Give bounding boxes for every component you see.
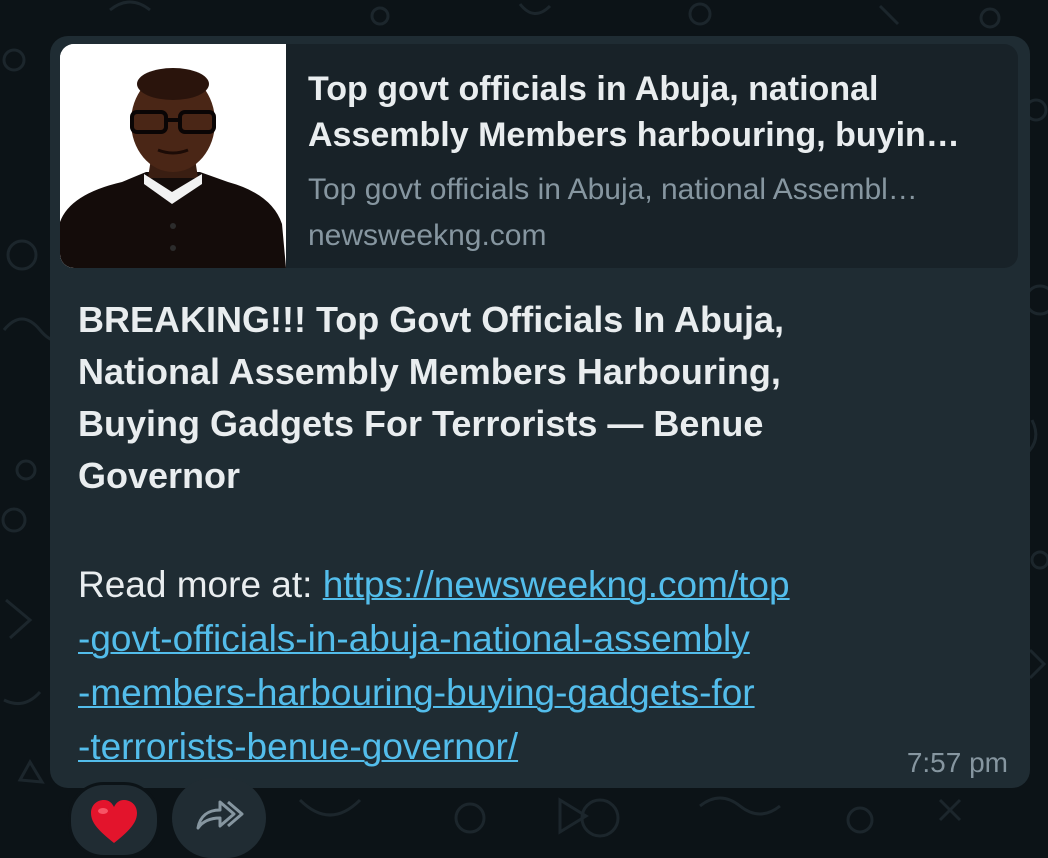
- link-preview-title-line: Assembly Members harbouring, buyin…: [308, 116, 960, 154]
- message-headline: BREAKING!!! Top Govt Officials In Abuja,…: [78, 294, 998, 502]
- priest-portrait-image: [60, 44, 286, 268]
- article-link-continued[interactable]: -terrorists-benue-governor/: [78, 726, 518, 767]
- link-preview-domain: newsweekng.com: [308, 219, 547, 252]
- link-preview-card[interactable]: Top govt officials in Abuja, national As…: [60, 44, 1018, 268]
- headline-line: Buying Gadgets For Terrorists — Benue: [78, 403, 764, 444]
- message-bubble[interactable]: Top govt officials in Abuja, national As…: [50, 36, 1030, 788]
- link-preview-thumbnail: [60, 44, 286, 268]
- headline-line: National Assembly Members Harbouring,: [78, 351, 781, 392]
- message-reaction-button[interactable]: [68, 782, 160, 858]
- link-preview-title-line: Top govt officials in Abuja, national: [308, 70, 879, 108]
- forward-arrow-icon: [196, 800, 244, 830]
- article-link-continued[interactable]: -govt-officials-in-abuja-national-assemb…: [78, 618, 750, 659]
- headline-line: Governor: [78, 455, 241, 496]
- article-link[interactable]: https://newsweekng.com/top: [323, 564, 790, 605]
- read-more-block: Read more at: https://newsweekng.com/top…: [78, 558, 1008, 774]
- headline-line: BREAKING!!! Top Govt Officials In Abuja,: [78, 299, 784, 340]
- message-timestamp: 7:57 pm: [906, 747, 1008, 778]
- article-link-continued[interactable]: -members-harbouring-buying-gadgets-for: [78, 672, 755, 713]
- link-preview-description: Top govt officials in Abuja, national As…: [308, 173, 918, 206]
- forward-button[interactable]: [172, 778, 266, 858]
- link-preview-title[interactable]: Top govt officials in Abuja, national As…: [308, 66, 1008, 158]
- red-heart-icon: [91, 800, 137, 843]
- read-more-label: Read more at:: [78, 564, 323, 605]
